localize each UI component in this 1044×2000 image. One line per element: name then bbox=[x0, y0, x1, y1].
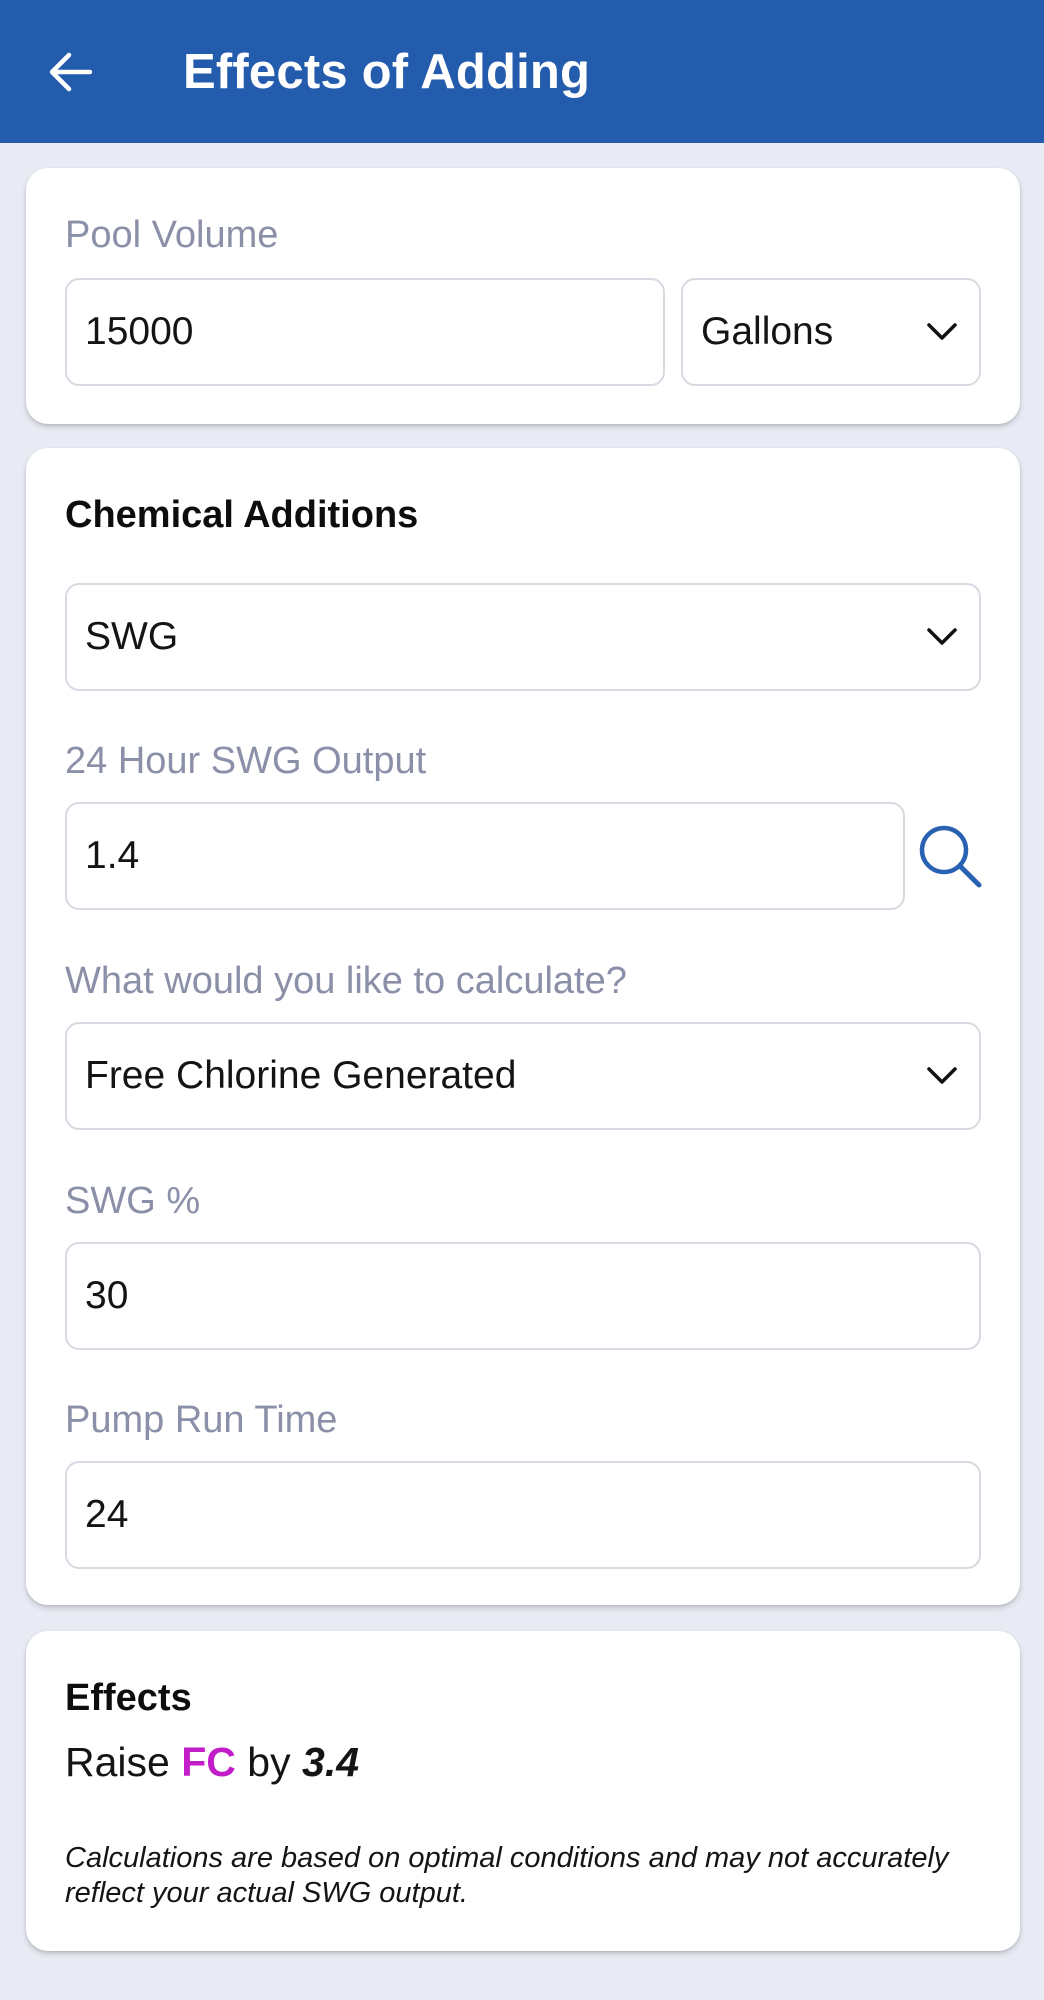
swg-percent-label: SWG % bbox=[65, 1180, 201, 1222]
pump-run-time-input[interactable]: 24 bbox=[65, 1461, 981, 1569]
chevron-down-icon bbox=[923, 618, 961, 656]
swg-output-label: 24 Hour SWG Output bbox=[65, 740, 427, 782]
chemical-select-value: SWG bbox=[85, 615, 179, 658]
effects-card: Effects Raise FC by 3.4 Calculations are… bbox=[26, 1631, 1020, 1951]
arrow-left-icon bbox=[49, 52, 92, 92]
swg-percent-value: 30 bbox=[85, 1274, 129, 1317]
effect-connector: by bbox=[247, 1739, 291, 1785]
calculate-select[interactable]: Free Chlorine Generated bbox=[65, 1022, 981, 1130]
pool-volume-label: Pool Volume bbox=[65, 214, 279, 256]
effects-disclaimer: Calculations are based on optimal condit… bbox=[65, 1842, 949, 1909]
chevron-down-icon bbox=[923, 1057, 961, 1095]
chevron-down-icon bbox=[923, 313, 961, 351]
volume-unit-select[interactable]: Gallons bbox=[681, 278, 981, 386]
swg-percent-input[interactable]: 30 bbox=[65, 1242, 981, 1350]
effect-result: Raise FC by 3.4 bbox=[65, 1739, 359, 1786]
pump-run-time-label: Pump Run Time bbox=[65, 1399, 338, 1441]
calculate-select-value: Free Chlorine Generated bbox=[85, 1054, 517, 1097]
chemical-select[interactable]: SWG bbox=[65, 583, 981, 691]
chemical-additions-title: Chemical Additions bbox=[65, 494, 419, 536]
search-icon bbox=[919, 825, 982, 888]
chemical-additions-card: Chemical Additions SWG 24 Hour SWG Outpu… bbox=[26, 448, 1020, 1605]
volume-unit-value: Gallons bbox=[701, 310, 834, 353]
effect-amount: 3.4 bbox=[302, 1739, 360, 1785]
swg-lookup-button[interactable] bbox=[914, 820, 986, 892]
swg-output-value: 1.4 bbox=[85, 834, 140, 877]
pool-volume-card: Pool Volume 15000 Gallons bbox=[26, 168, 1020, 424]
back-button[interactable] bbox=[42, 44, 98, 100]
app-bar: Effects of Adding bbox=[0, 0, 1044, 143]
page-title: Effects of Adding bbox=[183, 44, 591, 99]
effect-chemical: FC bbox=[181, 1739, 236, 1785]
pump-run-time-value: 24 bbox=[85, 1493, 129, 1536]
calculate-label: What would you like to calculate? bbox=[65, 960, 627, 1002]
pool-volume-value: 15000 bbox=[85, 310, 194, 353]
effects-title: Effects bbox=[65, 1677, 192, 1719]
pool-volume-input[interactable]: 15000 bbox=[65, 278, 665, 386]
effect-prefix: Raise bbox=[65, 1739, 170, 1785]
swg-output-input[interactable]: 1.4 bbox=[65, 802, 905, 910]
